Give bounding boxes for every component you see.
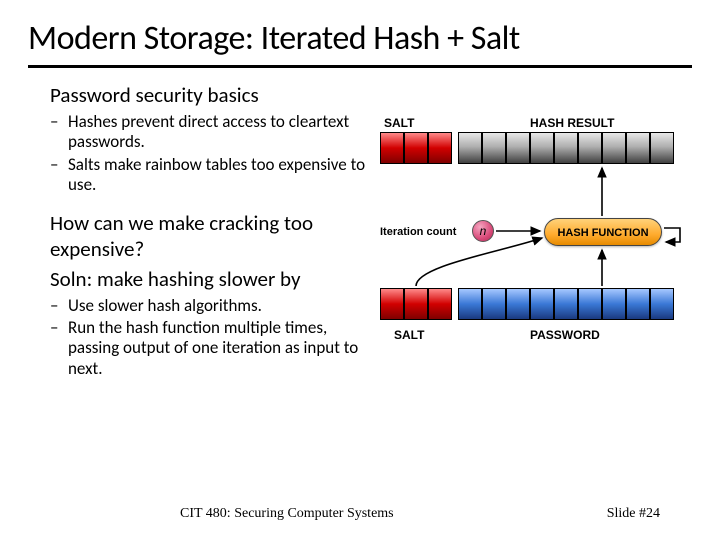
password-block [506, 288, 530, 320]
slide-footer: CIT 480: Securing Computer Systems Slide… [0, 506, 720, 522]
password-block [578, 288, 602, 320]
hash-function-box: HASH FUNCTION [544, 218, 662, 246]
hash-block [458, 132, 482, 164]
password-block [602, 288, 626, 320]
iteration-circle: n [472, 220, 494, 242]
bottom-salt-blocks [380, 288, 452, 320]
bullet-item: Hashes prevent direct access to cleartex… [68, 112, 368, 153]
hash-block [530, 132, 554, 164]
bullet-item: Run the hash function multiple times, pa… [68, 318, 368, 379]
section1-bullets: Hashes prevent direct access to cleartex… [50, 112, 368, 196]
hash-block [506, 132, 530, 164]
password-block [554, 288, 578, 320]
hash-result-blocks [458, 132, 674, 164]
hash-diagram: SALT HASH RESULT [380, 116, 690, 376]
footer-slide-number: Slide #24 [607, 506, 660, 522]
password-block [530, 288, 554, 320]
salt-block [380, 288, 404, 320]
text-column: Password security basics Hashes prevent … [28, 82, 368, 393]
bullet-item: Salts make rainbow tables too expensive … [68, 155, 368, 196]
hash-block [554, 132, 578, 164]
label-salt-top: SALT [384, 116, 414, 130]
label-password: PASSWORD [530, 328, 600, 342]
label-hash-result: HASH RESULT [530, 116, 614, 130]
salt-block [404, 132, 428, 164]
slide: Modern Storage: Iterated Hash + Salt Pas… [0, 0, 720, 540]
password-block [458, 288, 482, 320]
diagram-column: SALT HASH RESULT [380, 82, 690, 393]
hash-block [626, 132, 650, 164]
slide-title: Modern Storage: Iterated Hash + Salt [28, 18, 692, 68]
hash-block [578, 132, 602, 164]
password-block [650, 288, 674, 320]
section1-heading: Password security basics [50, 82, 368, 108]
section2-question: How can we make cracking too expensive? [50, 210, 368, 262]
salt-block [380, 132, 404, 164]
hash-block [482, 132, 506, 164]
section2-bullets: Use slower hash algorithms. Run the hash… [50, 296, 368, 380]
password-blocks [458, 288, 674, 320]
label-salt-bottom: SALT [394, 328, 424, 342]
top-salt-blocks [380, 132, 452, 164]
salt-block [428, 288, 452, 320]
hash-block [650, 132, 674, 164]
salt-block [404, 288, 428, 320]
password-block [626, 288, 650, 320]
hash-block [602, 132, 626, 164]
password-block [482, 288, 506, 320]
footer-course: CIT 480: Securing Computer Systems [180, 506, 394, 522]
label-iteration-count: Iteration count [380, 226, 456, 238]
salt-block [428, 132, 452, 164]
section2-answer: Soln: make hashing slower by [50, 266, 368, 292]
body-area: Password security basics Hashes prevent … [28, 82, 692, 393]
bullet-item: Use slower hash algorithms. [68, 296, 368, 316]
